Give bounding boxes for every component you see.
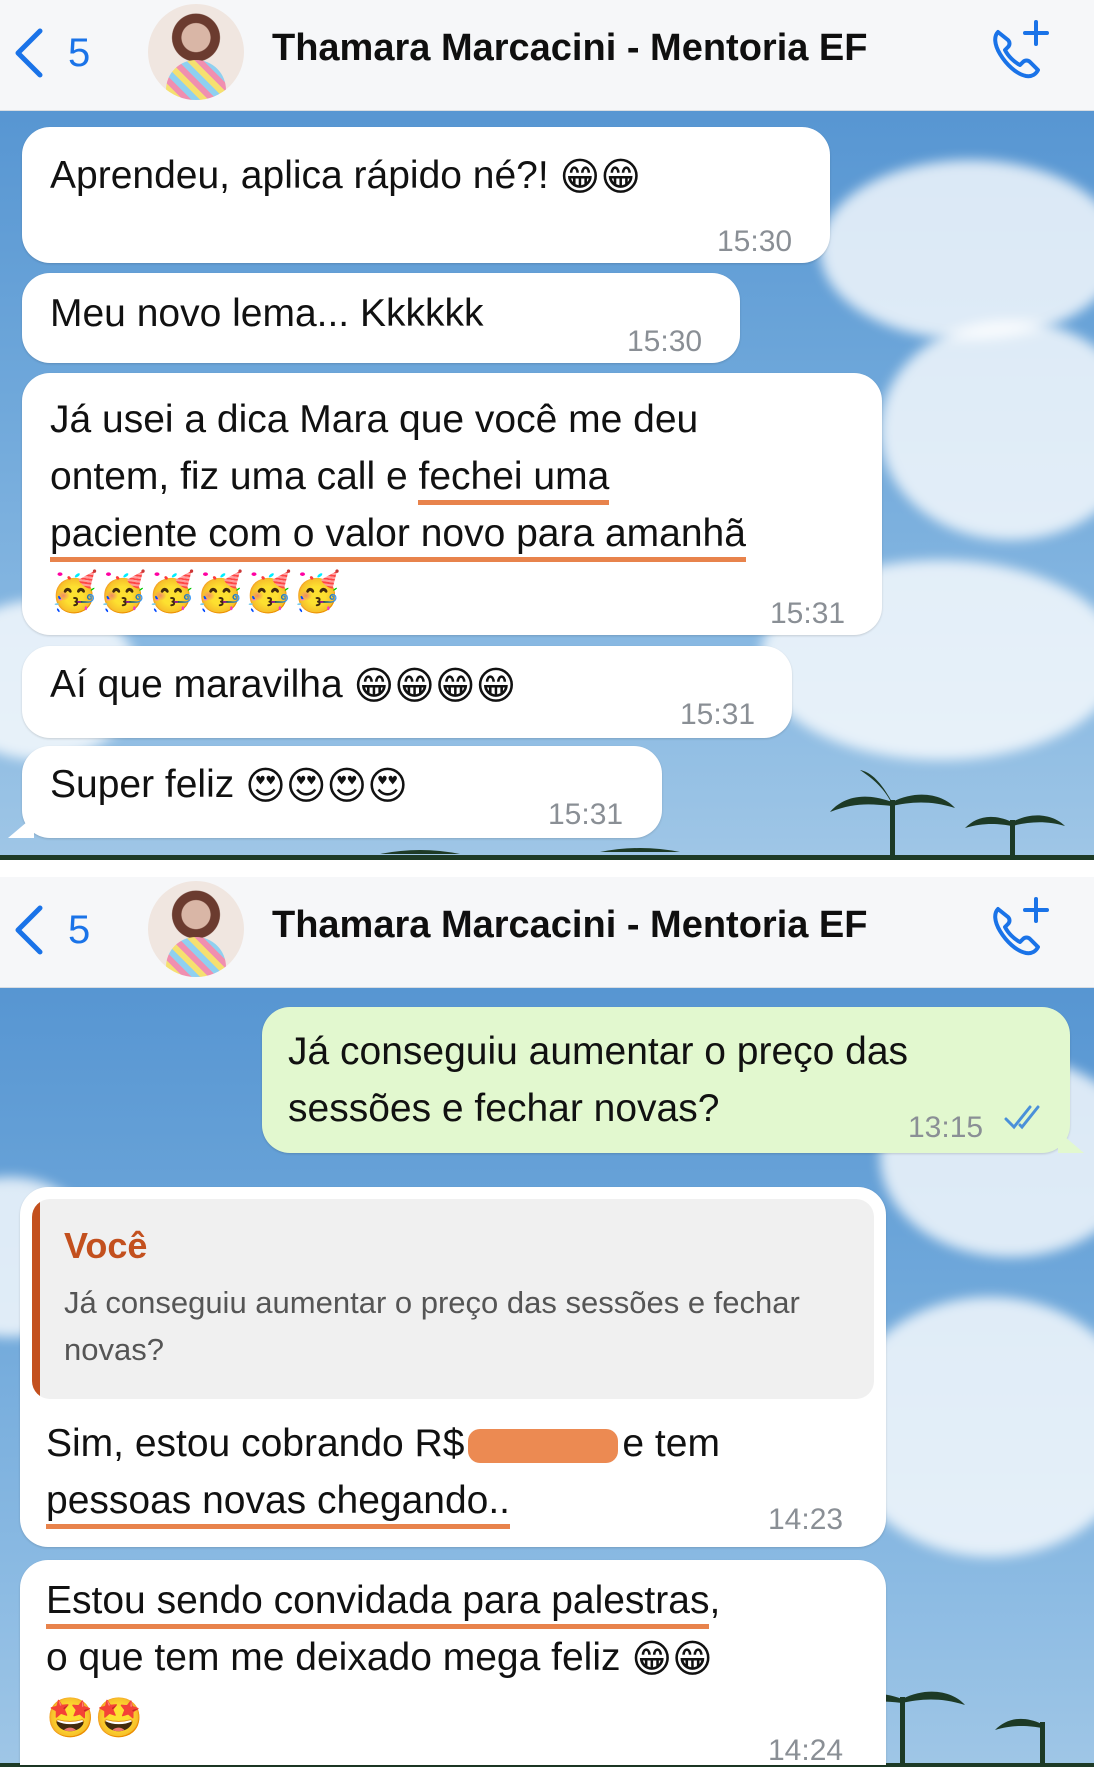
message-time: 15:31 — [680, 698, 756, 731]
message-text: , — [709, 1579, 721, 1622]
message-bubble[interactable]: Aprendeu, aplica rápido né?! 😁😁 15:30 — [22, 127, 830, 263]
divider — [0, 860, 1094, 877]
message-text: Super feliz — [50, 763, 246, 806]
highlighted-text: pessoas novas chegando.. — [46, 1479, 511, 1529]
party-emoji: 🥳🥳🥳🥳🥳🥳 — [50, 571, 342, 615]
message-bubble[interactable]: Meu novo lema... Kkkkkk 15:30 — [22, 273, 740, 363]
chat-title[interactable]: Thamara Marcacini - Mentoria EF — [272, 27, 868, 70]
message-time: 14:24 — [768, 1734, 844, 1767]
message-time: 14:23 — [768, 1503, 844, 1536]
message-text: e tem — [622, 1422, 720, 1465]
message-time: 13:15 — [908, 1111, 984, 1144]
quote-bar — [32, 1199, 40, 1399]
heart-eyes-emoji: 😍😍😍😍 — [245, 765, 408, 809]
chat-header: 5 Thamara Marcacini - Mentoria EF — [0, 877, 1094, 988]
highlighted-text: fechei uma — [418, 455, 610, 505]
outgoing-message-bubble[interactable]: Já conseguiu aumentar o preço das sessõe… — [262, 1007, 1084, 1153]
message-text: Já conseguiu aumentar o preço das — [288, 1030, 909, 1073]
add-call-icon[interactable] — [984, 895, 1054, 965]
unread-count: 5 — [68, 907, 91, 952]
grin-emoji: 😁😁 — [559, 156, 641, 200]
back-button[interactable]: 5 — [12, 902, 92, 958]
chevron-left-icon — [15, 28, 43, 78]
message-time: 15:30 — [717, 225, 793, 258]
reply-message-bubble[interactable]: Você Já conseguiu aumentar o preço das s… — [20, 1187, 886, 1547]
back-button[interactable]: 5 — [12, 25, 92, 81]
message-text: Sim, estou cobrando R$ — [46, 1422, 465, 1465]
message-text: Aí que maravilha — [50, 663, 354, 706]
message-text: Aprendeu, aplica rápido né?! — [50, 154, 560, 197]
message-bubble[interactable]: Super feliz 😍😍😍😍 15:31 — [8, 746, 662, 838]
grin-emoji: 😁😁😁😁 — [353, 665, 517, 709]
unread-count: 5 — [68, 30, 91, 75]
avatar[interactable] — [148, 881, 244, 977]
message-bubble[interactable]: Estou sendo convidada para palestras, o … — [20, 1560, 886, 1767]
message-bubble[interactable]: Aí que maravilha 😁😁😁😁 15:31 — [22, 646, 792, 738]
avatar[interactable] — [148, 4, 244, 100]
quoted-text: Já conseguiu aumentar o preço das sessõe… — [64, 1285, 800, 1367]
double-check-icon — [1004, 1105, 1040, 1130]
chevron-left-icon — [15, 905, 43, 955]
message-bubble[interactable]: Já usei a dica Mara que você me deu onte… — [22, 373, 882, 635]
message-time: 15:31 — [770, 597, 846, 630]
message-text: sessões e fechar novas? — [288, 1087, 720, 1130]
redacted-value — [468, 1428, 619, 1463]
highlighted-text: paciente com o valor novo para amanhã — [50, 512, 746, 562]
chat-header: 5 Thamara Marcacini - Mentoria EF — [0, 0, 1094, 111]
chat-screenshot-2: 5 Thamara Marcacini - Mentoria EF Já con… — [0, 877, 1094, 1767]
message-time: 15:31 — [548, 798, 624, 831]
chat-title[interactable]: Thamara Marcacini - Mentoria EF — [272, 904, 868, 947]
add-call-icon[interactable] — [984, 18, 1054, 88]
chat-screenshot-1: 5 Thamara Marcacini - Mentoria EF Aprend… — [0, 0, 1094, 860]
quoted-author: Você — [64, 1225, 148, 1266]
quoted-message[interactable]: Você Já conseguiu aumentar o preço das s… — [32, 1199, 874, 1399]
message-text: o que tem me deixado mega feliz — [46, 1636, 632, 1679]
message-time: 15:30 — [627, 325, 703, 358]
message-text: ontem, fiz uma call e — [50, 455, 419, 498]
message-text: Já usei a dica Mara que você me deu — [50, 398, 699, 441]
grin-emoji: 😁😁 — [631, 1638, 713, 1682]
highlighted-text: Estou sendo convidada para palestras — [46, 1579, 710, 1629]
star-struck-emoji: 🤩🤩 — [46, 1697, 144, 1741]
message-text: Meu novo lema... Kkkkkk — [50, 292, 484, 335]
